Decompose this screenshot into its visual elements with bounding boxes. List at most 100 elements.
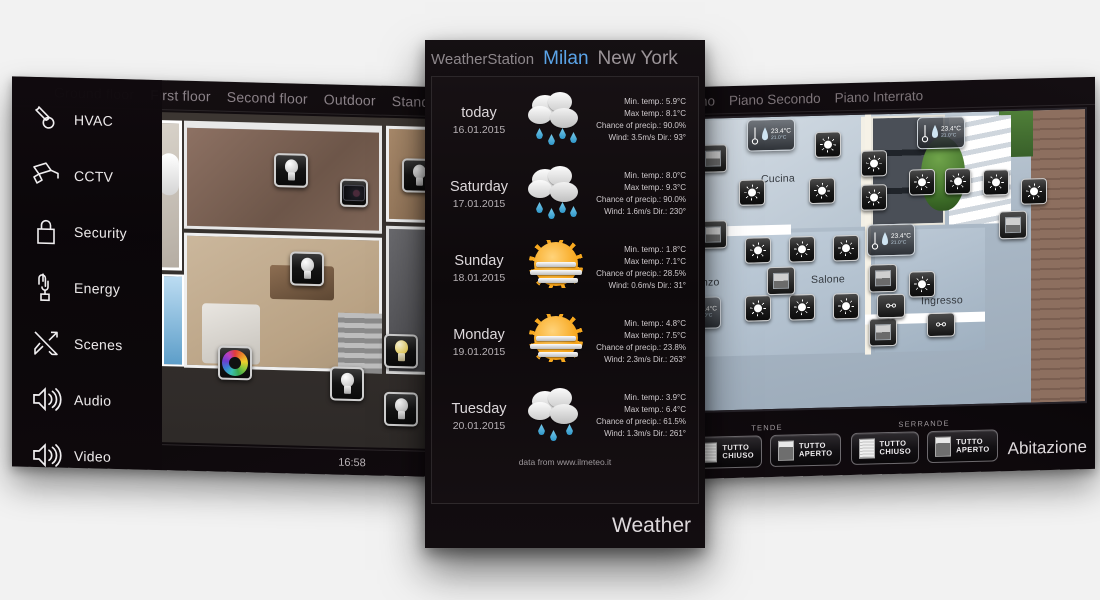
camera-icon bbox=[343, 184, 365, 202]
tab-stand[interactable]: Stand bbox=[392, 92, 430, 109]
sidebar-label-video: Video bbox=[74, 447, 112, 465]
plug-button[interactable]: ⚯ bbox=[877, 293, 905, 319]
forecast-precip: Chance of precip.: 61.5% bbox=[596, 417, 686, 426]
forecast-details: Min. temp.: 3.9°C Max temp.: 6.4°C Chanc… bbox=[594, 392, 692, 440]
room-label-cucina: Cucina bbox=[761, 172, 795, 186]
plug-button[interactable]: ⚯ bbox=[927, 312, 955, 338]
forecast-day-block: Monday 19.01.2015 bbox=[438, 327, 520, 358]
light-hotspot-living[interactable] bbox=[290, 251, 324, 287]
light-hotspot-on[interactable] bbox=[384, 333, 418, 369]
camera-hotspot[interactable] bbox=[340, 178, 368, 208]
humidity-icon bbox=[882, 232, 888, 246]
lamp-button[interactable] bbox=[983, 169, 1009, 196]
lamp-button[interactable] bbox=[809, 177, 835, 205]
city-tab-new-york[interactable]: New York bbox=[598, 48, 678, 70]
bulb-on-icon bbox=[394, 340, 409, 362]
serrande-all-closed-button[interactable]: TUTTO CHIUSO bbox=[850, 431, 920, 466]
forecast-day-name: Saturday bbox=[449, 178, 509, 195]
lamp-button[interactable] bbox=[789, 235, 815, 263]
lamp-icon bbox=[750, 300, 766, 316]
lamp-icon bbox=[794, 299, 810, 315]
sidebar-item-audio[interactable]: Audio bbox=[12, 370, 162, 430]
forecast-min-temp: Min. temp.: 1.8°C bbox=[624, 245, 686, 254]
forecast-row[interactable]: Monday 19.01.2015 Min. temp.: 4.8°C Max … bbox=[432, 305, 698, 379]
thermostat-values: 23.4°C 21.0°C bbox=[771, 128, 791, 141]
speaker-icon bbox=[28, 437, 64, 474]
rgb-light-hotspot[interactable] bbox=[218, 345, 252, 381]
weather-forecast-list: today 16.01.2015 Min. temp.: 5.9°C Max t… bbox=[431, 76, 699, 504]
lamp-button[interactable] bbox=[1021, 178, 1047, 205]
lamp-button[interactable] bbox=[861, 184, 887, 211]
shutter-icon bbox=[1005, 216, 1021, 234]
forecast-row[interactable]: Tuesday 20.01.2015 Min. temp.: 3.9°C Max… bbox=[432, 379, 698, 453]
lamp-button[interactable] bbox=[833, 234, 859, 262]
tende-all-open-button[interactable]: TUTTO APERTO bbox=[769, 433, 841, 468]
forecast-day-name: today bbox=[461, 104, 497, 121]
forecast-wind: Wind: 1.3m/s Dir.: 261° bbox=[604, 429, 686, 438]
plug-icon: ⚯ bbox=[935, 317, 947, 332]
sidebar-item-scenes[interactable]: Scenes bbox=[12, 314, 162, 374]
forecast-wind: Wind: 3.5m/s Dir.: 93° bbox=[608, 133, 686, 142]
lamp-button[interactable] bbox=[861, 150, 887, 177]
serrande-open-line2: APERTO bbox=[956, 444, 990, 455]
thermostat-cucina[interactable]: 23.4°C 21.0°C bbox=[747, 118, 795, 152]
sidebar-item-cctv[interactable]: CCTV bbox=[12, 146, 162, 206]
forecast-day-block: today 16.01.2015 bbox=[438, 105, 520, 136]
lamp-button[interactable] bbox=[833, 292, 859, 320]
shutter-button[interactable] bbox=[869, 263, 897, 293]
light-hotspot-bath[interactable] bbox=[384, 391, 418, 427]
plan-bathroom bbox=[162, 120, 182, 271]
forecast-icon-cell bbox=[520, 314, 594, 370]
sidebar-label-energy: Energy bbox=[74, 279, 121, 298]
forecast-row[interactable]: Sunday 18.01.2015 Min. temp.: 1.8°C Max … bbox=[432, 231, 698, 305]
abitazione-footer-label: Abitazione bbox=[1007, 437, 1087, 459]
city-tab-milan[interactable]: Milan bbox=[543, 48, 588, 70]
lamp-button[interactable] bbox=[745, 295, 771, 322]
serrande-all-open-button[interactable]: TUTTO APERTO bbox=[927, 429, 998, 464]
forecast-date: 16.01.2015 bbox=[452, 123, 506, 136]
forecast-icon-cell bbox=[520, 92, 594, 148]
forecast-precip: Chance of precip.: 90.0% bbox=[596, 195, 686, 204]
screenshot-root: Ground floor First floor Second floor Ou… bbox=[0, 0, 1100, 600]
thermostat-ingresso[interactable]: 23.4°C 21.0°C bbox=[917, 116, 965, 150]
forecast-max-temp: Max temp.: 7.1°C bbox=[624, 257, 686, 266]
forecast-precip: Chance of precip.: 28.5% bbox=[596, 269, 686, 278]
forecast-precip: Chance of precip.: 23.8% bbox=[596, 343, 686, 352]
tab-second-floor[interactable]: Second floor bbox=[227, 88, 308, 106]
thermostat-salone[interactable]: 23.4°C 21.0°C bbox=[867, 223, 915, 257]
sidebar-label-security: Security bbox=[74, 223, 127, 242]
lamp-button[interactable] bbox=[909, 168, 935, 196]
sidebar-item-energy[interactable]: Energy bbox=[12, 258, 162, 318]
sun-fog-icon bbox=[526, 240, 588, 296]
forecast-row[interactable]: today 16.01.2015 Min. temp.: 5.9°C Max t… bbox=[432, 83, 698, 157]
light-hotspot-hall[interactable] bbox=[330, 366, 364, 402]
lamp-button[interactable] bbox=[739, 179, 765, 206]
shutter-button[interactable] bbox=[999, 210, 1027, 240]
plan-stairs bbox=[338, 312, 382, 374]
weather-footer: Weather bbox=[425, 504, 705, 548]
rain-cloud-icon bbox=[526, 166, 588, 222]
lamp-button[interactable] bbox=[745, 237, 771, 264]
abitazione-floor-plan[interactable]: Cucina da pranzo Salone Ingresso 23.4°C … bbox=[667, 107, 1087, 414]
lamp-button[interactable] bbox=[909, 270, 935, 298]
lamp-button[interactable] bbox=[789, 293, 815, 321]
sidebar-item-security[interactable]: Security bbox=[12, 202, 162, 262]
sidebar-label-cctv: CCTV bbox=[74, 167, 114, 185]
sidebar-item-hvac[interactable]: HVAC bbox=[12, 90, 162, 150]
tende-group: TENDE TUTTO CHIUSO TUTTO APERTO bbox=[693, 421, 841, 470]
shutter-button[interactable] bbox=[767, 266, 795, 296]
tab-piano-interrato[interactable]: Piano Interrato bbox=[835, 88, 924, 105]
lamp-button[interactable] bbox=[945, 168, 971, 195]
lamp-button[interactable] bbox=[815, 131, 841, 158]
forecast-row[interactable]: Saturday 17.01.2015 Min. temp.: 8.0°C Ma… bbox=[432, 157, 698, 231]
speaker-icon bbox=[28, 381, 64, 418]
tab-outdoor[interactable]: Outdoor bbox=[324, 91, 376, 108]
bulb-icon bbox=[394, 398, 409, 420]
sidebar-item-video[interactable]: Video bbox=[12, 426, 162, 480]
forecast-max-temp: Max temp.: 9.3°C bbox=[624, 183, 686, 192]
forecast-day-name: Monday bbox=[453, 326, 505, 343]
shutter-button[interactable] bbox=[869, 317, 897, 347]
tab-piano-secondo[interactable]: Piano Secondo bbox=[729, 91, 821, 108]
sidebar-label-audio: Audio bbox=[74, 391, 112, 409]
light-hotspot-terrace[interactable] bbox=[274, 152, 308, 188]
